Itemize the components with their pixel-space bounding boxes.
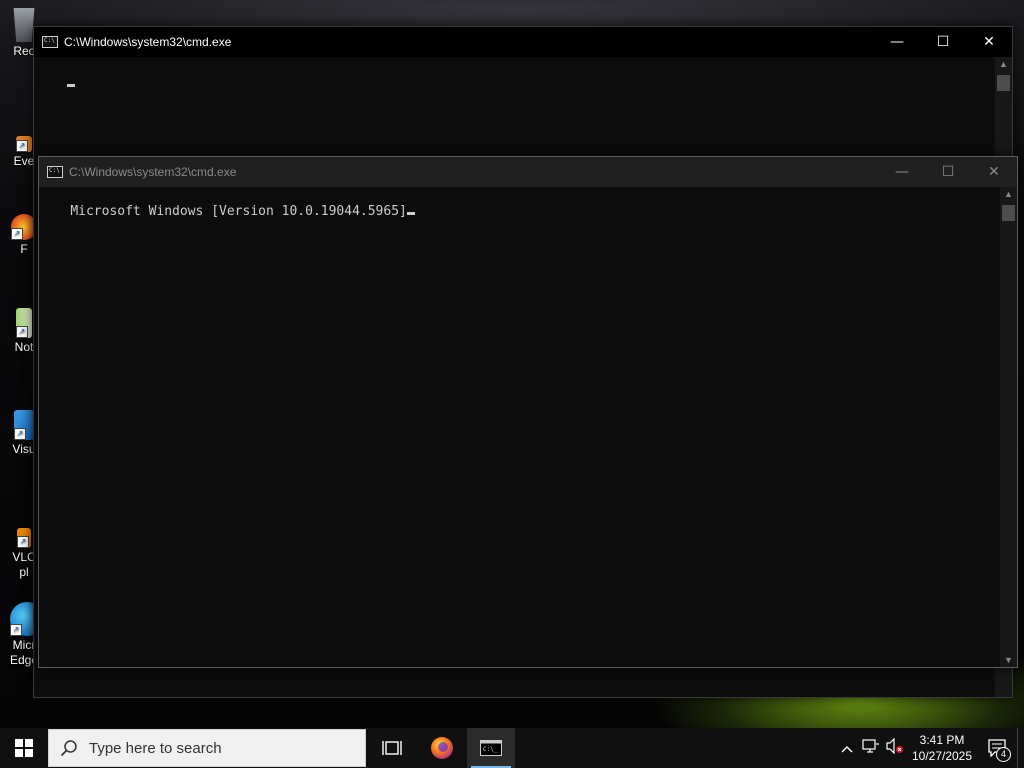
tray-chevron-icon[interactable] [835,741,859,756]
windows-logo-icon [15,739,33,757]
taskbar-clock[interactable]: 3:41 PM 10/27/2025 [907,732,977,764]
volume-muted-icon[interactable] [883,737,907,759]
task-view-button[interactable] [368,728,416,768]
scroll-down-arrow-icon[interactable]: ▼ [1000,653,1017,667]
clock-date: 10/27/2025 [911,749,973,763]
svg-text:C:\_: C:\_ [483,746,498,753]
system-tray: 3:41 PM 10/27/2025 4 [835,728,1024,768]
close-button[interactable]: ✕ [971,157,1017,187]
scroll-up-arrow-icon[interactable]: ▲ [1000,187,1017,201]
vlc-icon: ↗ [17,528,31,548]
console-text: Microsoft Windows [Version 10.0.19044.59… [70,204,407,219]
window-titlebar[interactable]: C:\ C:\Windows\system32\cmd.exe — ☐ ✕ [39,157,1017,187]
text-cursor [67,84,76,87]
minimize-button[interactable]: — [879,157,925,187]
minimize-button[interactable]: — [874,27,920,57]
vscode-icon: ↗ [14,410,34,440]
vertical-scrollbar[interactable]: ▲ ▼ [1000,187,1017,667]
scrollbar-thumb[interactable] [997,75,1010,91]
cmd-window-front[interactable]: C:\ C:\Windows\system32\cmd.exe — ☐ ✕ Mi… [38,156,1018,668]
taskbar-firefox-button[interactable] [418,728,466,768]
notepad-icon: ↗ [16,308,32,338]
firefox-icon [431,737,453,759]
taskbar: Type here to search C:\_ 3:41 PM 10/27/2… [0,728,1024,768]
notification-count-badge: 4 [996,747,1011,762]
window-title: C:\Windows\system32\cmd.exe [64,35,232,49]
cmd-icon: C:\_ [480,740,502,756]
show-desktop-button[interactable] [1017,728,1024,768]
clock-time: 3:41 PM [919,733,965,747]
taskbar-search-box[interactable]: Type here to search [48,729,366,767]
task-view-icon [382,741,402,755]
window-title: C:\Windows\system32\cmd.exe [69,165,237,179]
everything-icon: ↗ [16,136,32,152]
network-icon[interactable] [859,738,883,759]
taskbar-cmd-button[interactable]: C:\_ [467,728,515,768]
cmd-app-icon: C:\ [42,36,58,48]
console-output[interactable]: Microsoft Windows [Version 10.0.19044.59… [39,189,415,234]
maximize-button[interactable]: ☐ [925,157,971,187]
scrollbar-thumb[interactable] [1002,205,1015,221]
text-cursor [406,212,415,215]
window-titlebar[interactable]: C:\ C:\Windows\system32\cmd.exe — ☐ ✕ [34,27,1012,57]
cmd-app-icon: C:\ [47,166,63,178]
start-button[interactable] [0,728,48,768]
notification-center-button[interactable]: 4 [977,739,1017,762]
close-button[interactable]: ✕ [966,27,1012,57]
search-icon [49,739,89,757]
maximize-button[interactable]: ☐ [920,27,966,57]
console-output[interactable] [36,61,76,106]
scroll-up-arrow-icon[interactable]: ▲ [995,57,1012,71]
search-placeholder: Type here to search [89,739,222,757]
